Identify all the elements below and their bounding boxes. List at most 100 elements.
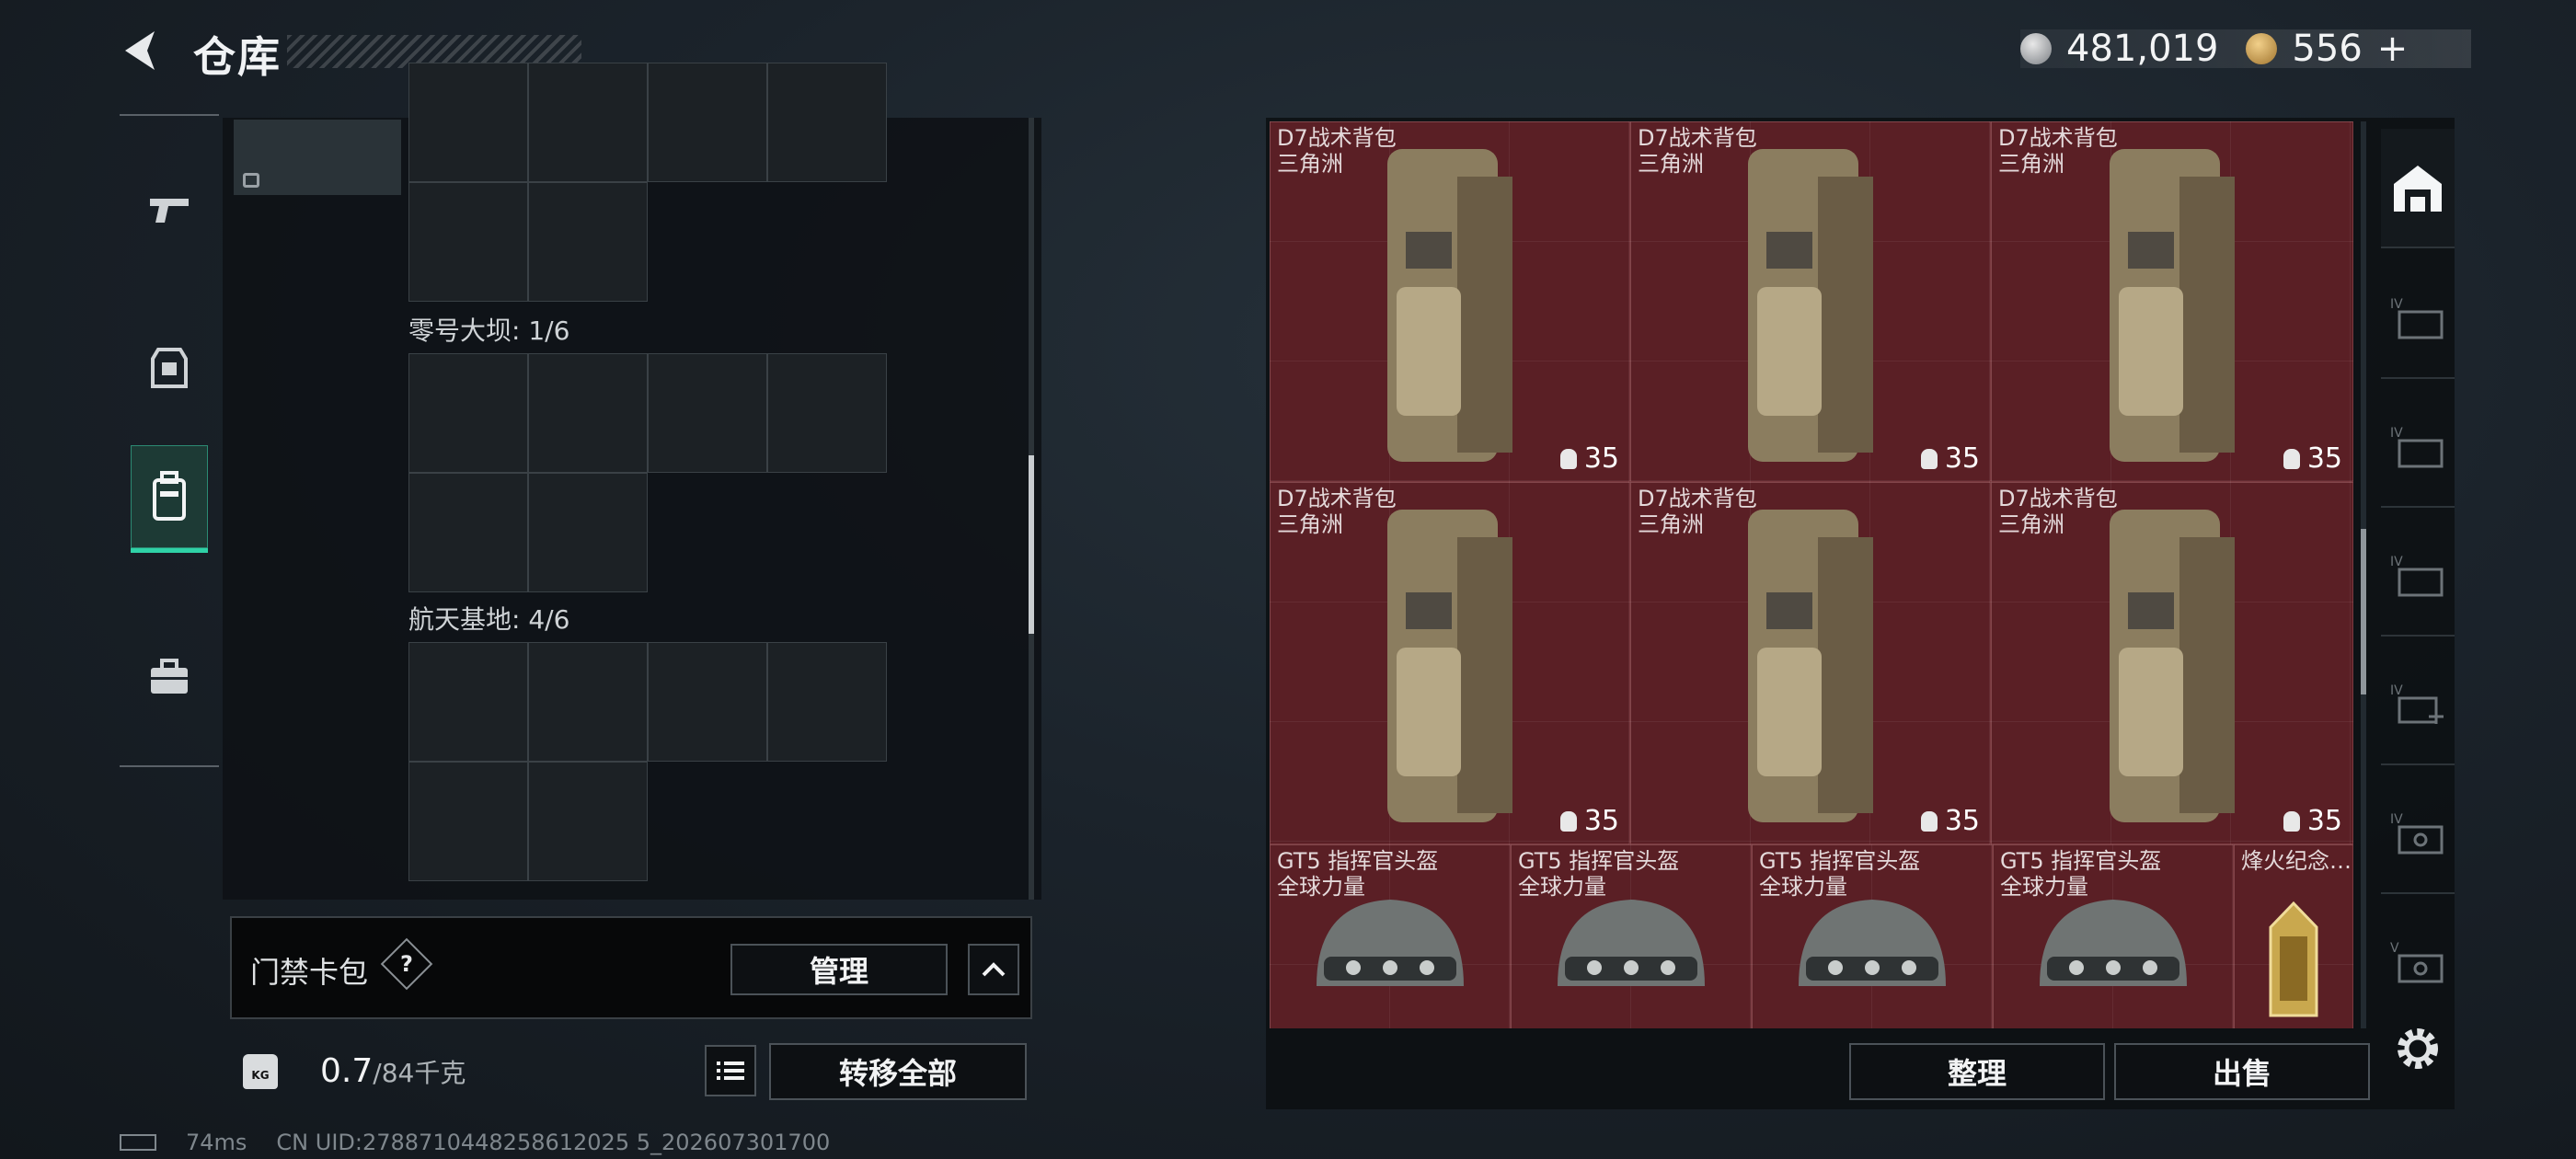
settings-gear-icon[interactable]	[2392, 1023, 2444, 1074]
item-card[interactable]: D7战术背包 三角洲 35	[1270, 482, 1630, 844]
manage-button[interactable]: 管理	[730, 944, 948, 995]
tab-storage-3[interactable]: IV	[2381, 517, 2455, 637]
item-sub: 三角洲	[1998, 511, 2064, 537]
help-icon[interactable]: ?	[380, 937, 433, 991]
item-sub: 全球力量	[2000, 874, 2088, 900]
back-arrow-icon[interactable]	[118, 28, 164, 74]
helmet-item-icon	[1558, 900, 1705, 986]
item-card[interactable]: D7战术背包 三角洲 35	[1991, 482, 2353, 844]
grid-slot[interactable]	[408, 63, 528, 182]
item-card[interactable]: GT5 指挥官头盔 全球力量	[1752, 844, 1993, 1028]
tab-warehouse[interactable]	[2381, 129, 2455, 248]
iv-storage-3-icon: IV	[2390, 555, 2444, 597]
storage-scrollbar[interactable]	[1029, 455, 1034, 634]
item-name: GT5 指挥官头盔	[1277, 848, 1439, 874]
tab-armor[interactable]	[131, 316, 208, 419]
item-card[interactable]: D7战术背包 三角洲 35	[1630, 482, 1991, 844]
backpack-item-icon	[2110, 510, 2235, 822]
expand-button[interactable]	[968, 944, 1019, 995]
item-name: D7战术背包	[1998, 125, 2118, 151]
grid-slot[interactable]	[648, 642, 767, 762]
item-sub: 三角洲	[1638, 151, 1704, 177]
item-card[interactable]: 烽火纪念…	[2234, 844, 2353, 1028]
list-view-button[interactable]	[705, 1045, 756, 1096]
grid-slot[interactable]	[408, 642, 528, 762]
chevron-up-icon	[982, 962, 1006, 977]
item-name: D7战术背包	[1277, 125, 1397, 151]
tab-medical[interactable]: IV	[2381, 646, 2455, 765]
keycard-label: 门禁卡包	[250, 955, 369, 990]
page-title: 仓库	[193, 32, 282, 82]
svg-text:IV: IV	[2390, 297, 2403, 312]
tab-storage-2[interactable]: IV	[2381, 388, 2455, 508]
sell-button[interactable]: 出售	[2114, 1043, 2370, 1100]
item-card[interactable]: GT5 指挥官头盔 全球力量	[1511, 844, 1752, 1028]
grid-slot[interactable]	[767, 353, 887, 473]
armor-icon	[151, 348, 188, 388]
tab-storage-4[interactable]: IV	[2381, 775, 2455, 894]
grid-slot[interactable]	[528, 63, 648, 182]
item-name: D7战术背包	[1998, 486, 2118, 511]
list-icon	[717, 1061, 744, 1080]
item-name: GT5 指挥官头盔	[1518, 848, 1680, 874]
capacity-icon	[1559, 810, 1577, 832]
grid-slot[interactable]	[408, 353, 528, 473]
sort-button[interactable]: 整理	[1849, 1043, 2105, 1100]
grid-slot[interactable]	[528, 182, 648, 302]
tab-storage-1[interactable]: IV	[2381, 259, 2455, 379]
grid-slot[interactable]	[408, 762, 528, 881]
capacity-icon	[1920, 448, 1938, 469]
iv-storage-2-icon: IV	[2390, 426, 2444, 468]
tab-backpack[interactable]	[131, 445, 208, 553]
warehouse-icon	[2394, 166, 2442, 212]
grid-slot[interactable]	[528, 473, 648, 592]
backpack-item-icon	[1387, 510, 1512, 822]
iv-medical-icon: IV	[2390, 683, 2444, 724]
item-capacity: 35	[1559, 442, 1619, 475]
grid-slot[interactable]	[408, 473, 528, 592]
svg-text:V: V	[2390, 941, 2399, 956]
backpack-item-icon	[1387, 149, 1512, 462]
silver-coin-icon	[2020, 33, 2052, 64]
item-card[interactable]: D7战术背包 三角洲 35	[1630, 121, 1991, 482]
grid-slot[interactable]	[648, 353, 767, 473]
item-sub: 全球力量	[1277, 874, 1365, 900]
weight-value: 0.7/84千克	[320, 1052, 466, 1090]
gold-amount: 556	[2292, 28, 2363, 70]
tab-weapons[interactable]	[131, 158, 208, 261]
item-capacity: 35	[1559, 805, 1619, 837]
container-thumbnail[interactable]	[234, 120, 401, 195]
capacity-icon	[1559, 448, 1577, 469]
currency-bar: 481,019 556 +	[2020, 28, 2471, 70]
capacity-icon	[2283, 810, 2300, 832]
inventory-scrollbar[interactable]	[2361, 529, 2366, 694]
grid-slot[interactable]	[528, 353, 648, 473]
tab-storage-5[interactable]: V	[2381, 903, 2455, 1021]
backpack-item-icon	[1748, 510, 1873, 822]
ping-value: 74ms	[186, 1130, 247, 1155]
tab-tools[interactable]	[131, 625, 208, 729]
item-capacity: 35	[2283, 442, 2342, 475]
item-card[interactable]: D7战术背包 三角洲 35	[1991, 121, 2353, 482]
item-sub: 三角洲	[1277, 151, 1343, 177]
grid-slot[interactable]	[528, 642, 648, 762]
backpack-item-icon	[2110, 149, 2235, 462]
iv-storage-1-icon: IV	[2390, 297, 2444, 339]
item-card[interactable]: GT5 指挥官头盔 全球力量	[1270, 844, 1511, 1028]
grid-slot[interactable]	[408, 182, 528, 302]
helmet-item-icon	[2040, 900, 2187, 986]
grid-slot[interactable]	[767, 642, 887, 762]
capacity-icon	[2283, 448, 2300, 469]
grid-slot[interactable]	[648, 63, 767, 182]
item-card[interactable]: D7战术背包 三角洲 35	[1270, 121, 1630, 482]
transfer-all-button[interactable]: 转移全部	[769, 1043, 1027, 1100]
grid-slot[interactable]	[528, 762, 648, 881]
lock-icon	[243, 173, 259, 188]
item-capacity: 35	[2283, 805, 2342, 837]
gold-add-button[interactable]: +	[2377, 28, 2409, 70]
keycard-bar: 门禁卡包 ? 管理	[230, 916, 1032, 1019]
grid-slot[interactable]	[767, 63, 887, 182]
status-footer: 74ms CN UID:2788710448258612025 5_202607…	[120, 1130, 830, 1155]
storage-grid: 零号大坝: 1/6 航天基地: 4/6	[408, 63, 924, 900]
item-card[interactable]: GT5 指挥官头盔 全球力量	[1993, 844, 2234, 1028]
